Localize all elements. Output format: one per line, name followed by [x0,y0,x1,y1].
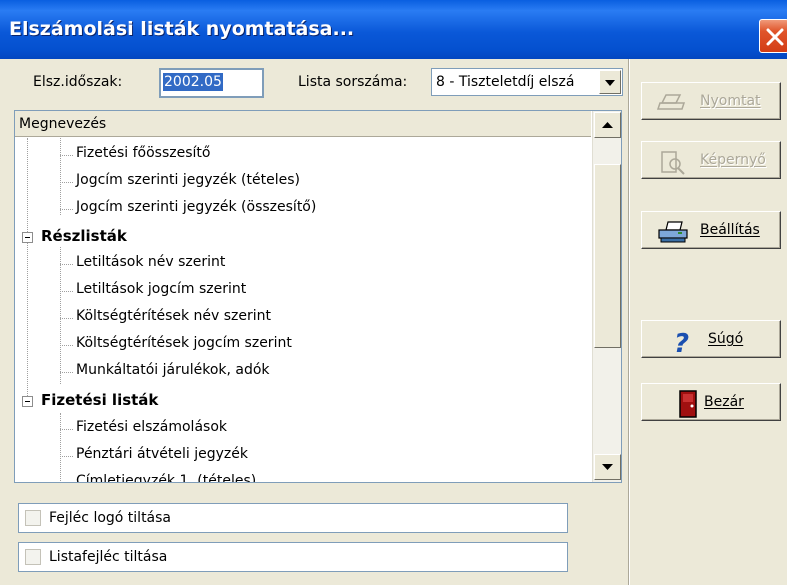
window-title: Elszámolási listák nyomtatása... [9,18,355,40]
period-input[interactable]: 2002.05 [159,68,264,98]
scroll-down-button[interactable] [594,454,621,480]
header-logo-checkbox[interactable] [25,510,41,526]
help-button-label: Súgó [708,331,744,347]
arrow-down-icon [602,464,613,470]
panel-divider [628,59,630,585]
tree-item[interactable]: Fizetési főösszesítő [76,145,210,169]
list-header-label: Listafejléc tiltása [49,549,168,565]
printer-settings-icon [658,221,688,243]
scroll-thumb[interactable] [594,164,621,348]
list-number-label: Lista sorszáma: [298,74,408,90]
close-window-button[interactable] [759,19,787,53]
dropdown-arrow-button[interactable] [599,70,621,94]
tree-item[interactable]: Pénztári átvételi jegyzék [76,446,248,470]
tree-item[interactable]: Fizetési elszámolások [76,419,227,443]
tree-item[interactable]: Letiltások név szerint [76,254,225,278]
period-value: 2002.05 [163,73,223,91]
screen-preview-button[interactable]: Képernyő [641,141,781,179]
tree-connector [60,372,73,373]
print-button[interactable]: Nyomtat [641,82,781,120]
period-label: Elsz.időszak: [33,74,123,90]
close-x-icon [766,28,784,46]
header-logo-option[interactable]: Fejléc logó tiltása [18,503,568,533]
list-number-value: 8 - Tiszteletdíj elszá [436,74,575,90]
scroll-up-button[interactable] [594,112,621,138]
tree-connector [60,429,73,430]
tree-connector [60,345,73,346]
tree-connector [60,182,73,183]
tree-group[interactable]: Fizetési listák [41,391,158,415]
tree-connector [60,209,73,210]
list-number-select[interactable]: 8 - Tiszteletdíj elszá [431,68,623,96]
printer-icon [656,94,686,110]
question-mark-icon: ? [674,329,689,355]
tree-connector [27,138,28,400]
door-icon [679,390,697,418]
print-button-label: Nyomtat [700,93,761,109]
header-logo-label: Fejléc logó tiltása [49,510,172,526]
close-button-label: Bezár [704,394,744,410]
collapse-icon[interactable] [22,396,33,407]
preview-magnifier-icon [661,151,685,175]
svg-text:?: ? [674,329,689,355]
tree-item[interactable]: Költségtérítések név szerint [76,308,271,332]
list-header-checkbox[interactable] [25,549,41,565]
settings-button-label: Beállítás [700,222,760,238]
list-header-option[interactable]: Listafejléc tiltása [18,542,568,572]
report-tree[interactable]: Megnevezés Fizetési főösszesítő Jogcím s… [14,110,622,483]
tree-connector [60,413,61,482]
tree-item[interactable]: Munkáltatói járulékok, adók [76,362,270,386]
help-button[interactable]: ? Súgó [641,320,781,358]
close-button[interactable]: Bezár [641,383,781,421]
tree-item[interactable]: Költségtérítések jogcím szerint [76,335,292,359]
tree-connector [60,318,73,319]
tree-connector [60,155,73,156]
chevron-down-icon [605,80,615,86]
tree-scrollbar[interactable] [592,111,621,482]
tree-item[interactable]: Jogcím szerinti jegyzék (összesítő) [76,199,316,223]
arrow-up-icon [602,122,613,128]
tree-group[interactable]: Részlisták [41,227,127,251]
tree-connector [60,247,61,384]
tree-connector [60,138,61,215]
settings-button[interactable]: Beállítás [641,211,781,249]
tree-item[interactable]: Címletjegyzék 1. (tételes) [76,473,256,482]
tree-column-header-label: Megnevezés [19,116,107,132]
tree-item[interactable]: Jogcím szerinti jegyzék (tételes) [76,172,300,196]
tree-connector [60,291,73,292]
tree-item[interactable]: Letiltások jogcím szerint [76,281,246,305]
tree-column-header[interactable]: Megnevezés [15,111,591,137]
title-bar: Elszámolási listák nyomtatása... [0,0,787,59]
tree-connector [60,456,73,457]
screen-preview-label: Képernyő [700,152,766,168]
tree-connector [60,264,73,265]
collapse-icon[interactable] [22,232,33,243]
